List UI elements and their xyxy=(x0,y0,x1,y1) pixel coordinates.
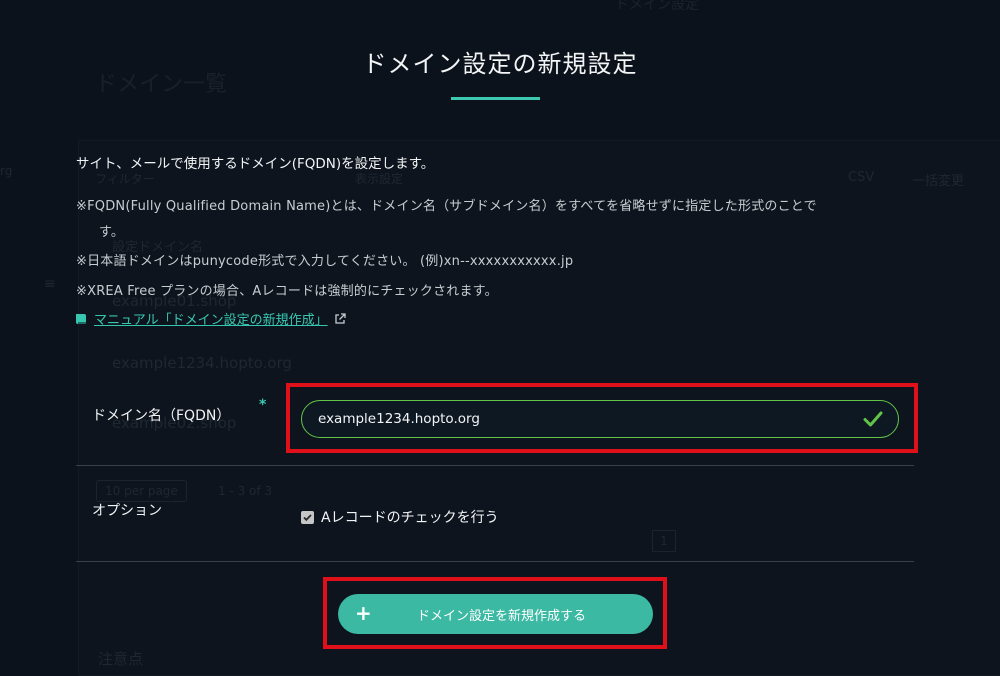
bg-menu-icon: ≡ xyxy=(44,276,56,292)
check-icon xyxy=(862,408,884,430)
a-record-checkbox-row[interactable]: Aレコードのチェックを行う xyxy=(301,507,499,527)
domain-label: ドメイン名（FQDN） xyxy=(92,408,231,424)
bg-display-settings: 表示設定 xyxy=(355,172,404,186)
a-record-checkbox[interactable] xyxy=(301,510,314,524)
modal-title: ドメイン設定の新規設定 xyxy=(362,50,638,78)
manual-link-label: マニュアル「ドメイン設定の新規作成」 xyxy=(94,313,328,328)
note-fqdn-continued: す。 xyxy=(99,225,125,240)
note-punycode: ※日本語ドメインはpunycode形式で入力してください。 (例)xn--xxx… xyxy=(76,254,574,269)
required-mark: * xyxy=(259,397,267,413)
bg-per-page: 10 per page xyxy=(96,480,187,502)
plus-icon: + xyxy=(355,601,372,625)
bg-page-number: 1 xyxy=(652,530,676,552)
book-icon xyxy=(74,312,88,326)
create-domain-button-label: ドメイン設定を新規作成する xyxy=(416,608,586,624)
a-record-label: Aレコードのチェックを行う xyxy=(321,510,499,526)
background-overlay: ドメイン設定 ドメイン一覧 rg フィルター 表示設定 CSV 一括変更 ≡ 設… xyxy=(0,0,1000,676)
manual-link[interactable]: マニュアル「ドメイン設定の新規作成」 xyxy=(74,309,346,328)
note-fqdn: ※FQDN(Fully Qualified Domain Name)とは、ドメイ… xyxy=(76,199,817,214)
divider xyxy=(76,561,914,562)
bg-notice: 注意点 xyxy=(98,650,144,668)
bg-left-fragment: rg xyxy=(0,164,13,178)
domain-input[interactable] xyxy=(316,410,862,428)
bg-filter: フィルター xyxy=(95,172,155,186)
modal-description: サイト、メールで使用するドメイン(FQDN)を設定します。 xyxy=(76,156,435,172)
title-underline xyxy=(451,97,540,100)
external-link-icon xyxy=(334,312,346,325)
note-xrea-free: ※XREA Free プランの場合、Aレコードは強制的にチェックされます。 xyxy=(76,284,498,299)
create-domain-button[interactable]: + ドメイン設定を新規作成する xyxy=(338,594,653,634)
bg-range: 1 - 3 of 3 xyxy=(218,484,273,498)
divider xyxy=(76,465,914,466)
option-label: オプション xyxy=(92,503,162,519)
bg-page-title: ドメイン設定 xyxy=(615,0,699,13)
domain-input-wrapper xyxy=(301,400,899,438)
bg-export: 一括変更 xyxy=(912,174,965,189)
bg-csv: CSV xyxy=(848,170,875,185)
bg-table-row: example1234.hopto.org xyxy=(112,354,292,372)
